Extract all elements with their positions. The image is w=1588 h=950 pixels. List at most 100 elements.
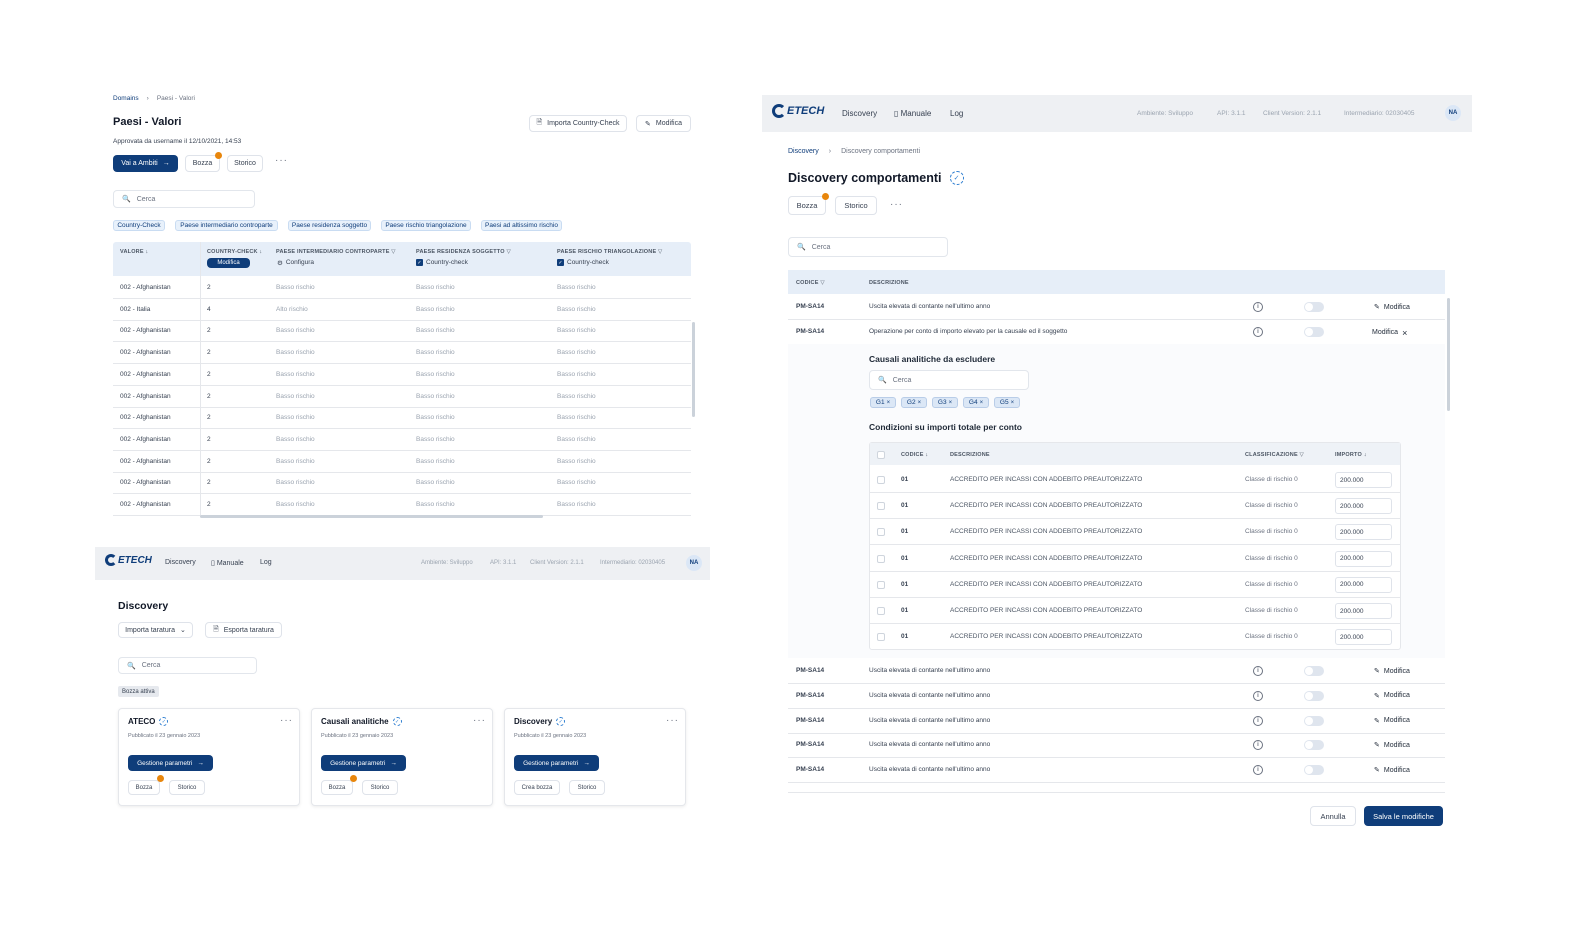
info-icon[interactable]: i <box>1253 666 1263 676</box>
more-options-icon[interactable]: ··· <box>275 155 288 166</box>
filter-chip-intermediario[interactable]: Paese intermediario controparte <box>175 220 278 231</box>
table-cell[interactable]: 002 - Afghanistan <box>120 414 171 421</box>
enable-toggle[interactable] <box>1304 666 1324 676</box>
manage-parameters-button[interactable]: Gestione parametri → <box>128 755 213 771</box>
nav-item-manuale[interactable]: ▯ Manuale <box>211 559 244 567</box>
nav-item-log[interactable]: Log <box>950 109 963 118</box>
amount-input[interactable]: 200.000 <box>1335 524 1392 541</box>
import-country-check-button[interactable]: 🗎 Importa Country-Check <box>529 115 627 132</box>
modify-action[interactable]: ✎ Modifica <box>1374 717 1410 725</box>
table-cell[interactable]: 002 - Afghanistan <box>120 436 171 443</box>
storico-button[interactable]: Storico <box>362 780 398 795</box>
table-cell[interactable]: 002 - Afghanistan <box>120 458 171 465</box>
remove-icon[interactable]: × <box>1011 400 1015 406</box>
column-header-country-check[interactable]: Country-Check ↓ <box>207 249 262 255</box>
column-header-intermediario[interactable]: Paese intermediario controparte ▽ <box>276 249 396 255</box>
close-icon[interactable]: × <box>1402 328 1407 338</box>
sub-column-descrizione[interactable]: Descrizione <box>950 452 990 458</box>
nav-item-discovery[interactable]: Discovery <box>842 109 877 118</box>
row-checkbox[interactable] <box>877 476 885 484</box>
sub-column-importo[interactable]: Importo ↓ <box>1335 452 1367 458</box>
import-taratura-dropdown[interactable]: Importa taratura ⌄ <box>118 622 193 638</box>
row-checkbox[interactable] <box>877 607 885 615</box>
search-input[interactable]: 🔍 Cerca <box>118 657 257 674</box>
breadcrumb-link[interactable]: Discovery <box>788 148 819 155</box>
manage-parameters-button[interactable]: Gestione parametri → <box>514 755 599 771</box>
vertical-scrollbar[interactable] <box>1447 298 1450 411</box>
bozza-button[interactable]: Bozza <box>321 780 353 795</box>
select-all-checkbox[interactable] <box>877 451 885 459</box>
info-icon[interactable]: i <box>1253 302 1263 312</box>
info-icon[interactable]: i <box>1253 740 1263 751</box>
remove-icon[interactable]: × <box>949 400 953 406</box>
bozza-button[interactable]: Bozza <box>788 196 826 215</box>
filter-chip-altissimo-rischio[interactable]: Paesi ad altissimo rischio <box>481 220 562 231</box>
search-input[interactable]: 🔍 Cerca <box>113 190 255 208</box>
more-options-icon[interactable]: ··· <box>890 199 903 210</box>
filter-tag[interactable]: G1 × <box>870 397 896 408</box>
column-header-triangolazione[interactable]: Paese rischio triangolazione ▽ <box>557 249 662 255</box>
enable-toggle[interactable] <box>1304 765 1324 776</box>
enable-toggle[interactable] <box>1304 740 1324 751</box>
amount-input[interactable]: 200.000 <box>1335 550 1392 567</box>
amount-input[interactable]: 200.000 <box>1335 629 1392 646</box>
table-cell[interactable]: 002 - Afghanistan <box>120 327 171 334</box>
export-taratura-button[interactable]: 🗎 Esporta taratura <box>205 622 282 638</box>
row-checkbox[interactable] <box>877 633 885 642</box>
breadcrumb-link[interactable]: Domains <box>113 95 139 102</box>
storico-button[interactable]: Storico <box>169 780 205 795</box>
table-cell[interactable]: 002 - Afghanistan <box>120 284 171 291</box>
row-checkbox[interactable] <box>877 580 885 589</box>
enable-toggle[interactable] <box>1304 326 1324 337</box>
card-more-options-icon[interactable]: ··· <box>280 715 293 726</box>
enable-toggle[interactable] <box>1304 302 1324 312</box>
column-header-valore[interactable]: Valore ↓ <box>120 249 148 255</box>
modify-action[interactable]: ✎ Modifica <box>1374 692 1410 700</box>
manage-parameters-button[interactable]: Gestione parametri → <box>321 755 406 771</box>
info-icon[interactable]: i <box>1253 326 1263 337</box>
bozza-button[interactable]: Bozza <box>128 780 160 795</box>
card-more-options-icon[interactable]: ··· <box>666 715 679 726</box>
remove-icon[interactable]: × <box>918 400 922 406</box>
modify-button[interactable]: ✎ Modifica <box>636 115 691 132</box>
table-cell[interactable]: 002 - Afghanistan <box>120 501 171 508</box>
amount-input[interactable]: 200.000 <box>1335 603 1392 619</box>
storico-button[interactable]: Storico <box>569 780 605 795</box>
filter-tag[interactable]: G2 × <box>901 397 927 408</box>
modify-action[interactable]: Modifica × <box>1372 328 1407 338</box>
card-more-options-icon[interactable]: ··· <box>473 715 486 726</box>
country-check-toggle-residenza[interactable]: ✓ Country-check <box>416 259 468 266</box>
modify-action[interactable]: ✎ Modifica <box>1374 667 1410 676</box>
column-header-residenza[interactable]: Paese residenza soggetto ▽ <box>416 249 511 255</box>
causali-search-input[interactable]: 🔍 Cerca <box>869 370 1029 390</box>
amount-input[interactable]: 200.000 <box>1335 576 1392 593</box>
remove-icon[interactable]: × <box>887 400 891 406</box>
row-checkbox[interactable] <box>877 554 885 563</box>
sub-column-classificazione[interactable]: Classificazione ▽ <box>1245 452 1304 458</box>
avatar[interactable]: NA <box>686 555 702 571</box>
modify-action[interactable]: ✎ Modifica <box>1374 741 1410 750</box>
filter-chip-triangolazione[interactable]: Paese rischio triangolazione <box>381 220 471 231</box>
go-to-ambiti-button[interactable]: Vai a Ambiti → <box>113 155 178 172</box>
column-header-descrizione[interactable]: Descrizione <box>869 280 909 286</box>
row-checkbox[interactable] <box>877 502 885 511</box>
filter-chip-country-check[interactable]: Country-Check <box>113 220 165 231</box>
sub-column-codice[interactable]: Codice ↓ <box>901 452 928 458</box>
modify-action[interactable]: ✎ Modifica <box>1374 766 1410 775</box>
modify-action[interactable]: ✎ Modifica <box>1374 303 1410 312</box>
cancel-button[interactable]: Annulla <box>1310 806 1356 826</box>
table-cell[interactable]: 002 - Afghanistan <box>120 479 171 486</box>
bozza-button[interactable]: Crea bozza <box>514 780 560 795</box>
amount-input[interactable]: 200.000 <box>1335 472 1392 488</box>
table-cell[interactable]: 002 - Italia <box>120 306 150 313</box>
enable-toggle[interactable] <box>1304 715 1324 726</box>
nav-item-manuale[interactable]: ▯ Manuale <box>894 109 931 118</box>
nav-item-log[interactable]: Log <box>260 559 272 566</box>
info-icon[interactable]: i <box>1253 765 1263 776</box>
info-icon[interactable]: i <box>1253 690 1263 701</box>
amount-input[interactable]: 200.000 <box>1335 498 1392 515</box>
column-header-codice[interactable]: Codice ▽ <box>796 280 825 286</box>
table-cell[interactable]: 002 - Afghanistan <box>120 393 171 400</box>
save-changes-button[interactable]: Salva le modifiche <box>1364 806 1443 826</box>
storico-button[interactable]: Storico <box>835 196 877 215</box>
